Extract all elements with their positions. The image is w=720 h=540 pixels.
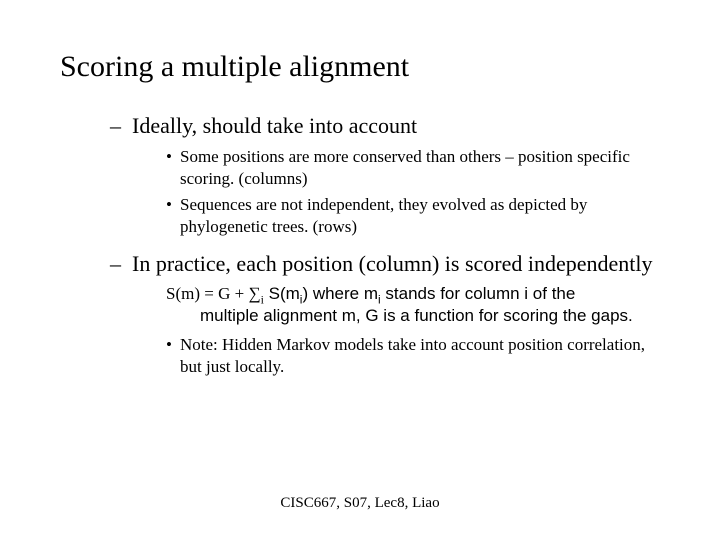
sub-note: Note: Hidden Markov models take into acc… [166, 334, 660, 378]
formula-block: S(m) = G + ∑i S(mi) where mi stands for … [166, 283, 660, 327]
point-practice-text: In practice, each position (column) is s… [132, 251, 653, 276]
practice-sublist: Note: Hidden Markov models take into acc… [166, 334, 660, 378]
slide-title: Scoring a multiple alignment [60, 50, 660, 84]
main-list: Ideally, should take into account Some p… [110, 112, 660, 378]
sub-conserved: Some positions are more conserved than o… [166, 146, 660, 190]
formula-lhs: S(m) = G + [166, 284, 248, 303]
formula-rhs3: stands for column i of the [381, 284, 576, 303]
sigma-symbol: ∑ [248, 284, 260, 303]
point-ideally-text: Ideally, should take into account [132, 113, 417, 138]
formula-rhs1: S(m [264, 284, 300, 303]
sub-sequences: Sequences are not independent, they evol… [166, 194, 660, 238]
slide: Scoring a multiple alignment Ideally, sh… [0, 0, 720, 540]
formula-line-2: multiple alignment m, G is a function fo… [200, 305, 660, 327]
formula-line-1: S(m) = G + ∑i S(mi) where mi stands for … [166, 283, 660, 305]
point-practice: In practice, each position (column) is s… [110, 250, 660, 378]
slide-footer: CISC667, S07, Lec8, Liao [0, 495, 720, 512]
formula-rhs2: ) where m [302, 284, 378, 303]
ideally-sublist: Some positions are more conserved than o… [166, 146, 660, 238]
point-ideally: Ideally, should take into account Some p… [110, 112, 660, 238]
